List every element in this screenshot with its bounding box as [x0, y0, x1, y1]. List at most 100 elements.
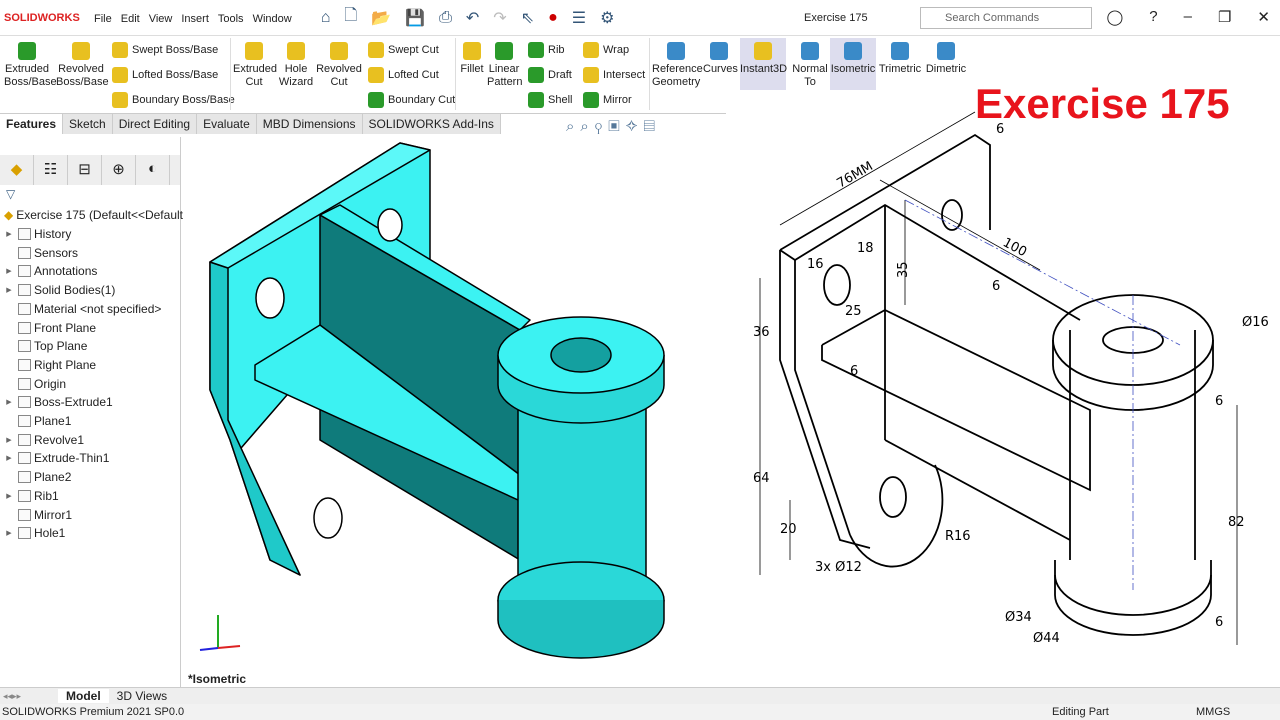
tab-direct-editing[interactable]: Direct Editing [113, 114, 198, 134]
redo-icon[interactable]: ↷ [493, 8, 506, 28]
tab-3d-views[interactable]: 3D Views [109, 689, 175, 703]
feature-icon [18, 321, 31, 334]
expand-arrow-icon[interactable]: ▶ [0, 398, 18, 406]
tree-item-label: Boss-Extrude1 [34, 395, 113, 410]
dimetric-button[interactable]: Dimetric [924, 42, 968, 76]
tree-item[interactable]: Plane1 [0, 414, 71, 428]
search-commands-input[interactable]: Search Commands [920, 7, 1092, 29]
tree-root[interactable]: ◆ Exercise 175 (Default<<Default [4, 208, 183, 222]
expand-arrow-icon[interactable]: ▶ [0, 286, 18, 294]
expand-arrow-icon[interactable]: ▶ [0, 230, 18, 238]
tree-item[interactable]: Mirror1 [0, 508, 72, 522]
menu-tools[interactable]: Tools [218, 13, 244, 25]
linear-pattern-button[interactable]: Linear Pattern [487, 42, 522, 89]
menu-file[interactable]: File [94, 13, 112, 25]
hole-wizard-icon [287, 42, 305, 60]
feature-icon [18, 265, 31, 278]
user-icon[interactable]: ◯ [1106, 8, 1123, 26]
tree-item[interactable]: Sensors [0, 246, 78, 260]
display-manager-tab-icon[interactable]: ◐ [136, 155, 170, 185]
save-icon[interactable]: 💾 [405, 8, 425, 28]
tree-item[interactable]: Top Plane [0, 339, 87, 353]
units-selector[interactable]: MMGS [1196, 706, 1230, 718]
tree-item[interactable]: ▶ Solid Bodies(1) [0, 283, 115, 297]
tree-item[interactable]: ▶ Revolve1 [0, 433, 84, 447]
shell-button[interactable]: Shell [528, 92, 572, 108]
configuration-manager-tab-icon[interactable]: ⊟ [68, 155, 102, 185]
expand-arrow-icon[interactable]: ▶ [0, 436, 18, 444]
property-manager-tab-icon[interactable]: ☷ [34, 155, 68, 185]
feature-manager-tab-icon[interactable]: ◆ [0, 155, 34, 185]
tab-evaluate[interactable]: Evaluate [197, 114, 257, 134]
expand-arrow-icon[interactable]: ▶ [0, 267, 18, 275]
print-icon[interactable]: ⎙ [439, 9, 452, 27]
tree-item[interactable]: Plane2 [0, 470, 71, 484]
extruded-boss-button[interactable]: Extruded Boss/Base [4, 42, 57, 89]
tree-item[interactable]: ▶ Boss-Extrude1 [0, 395, 113, 410]
tree-item[interactable]: ▶ Hole1 [0, 526, 65, 540]
options-gear-icon[interactable]: ⚙ [600, 8, 614, 28]
draft-button[interactable]: Draft [528, 67, 572, 83]
minimize-button[interactable]: – [1184, 8, 1192, 26]
part-icon: ◆ [4, 208, 14, 222]
revolved-boss-button[interactable]: Revolved Boss/Base [56, 42, 109, 89]
isometric-button[interactable]: Isometric [830, 38, 876, 90]
lofted-boss-button[interactable]: Lofted Boss/Base [112, 67, 218, 83]
tree-item[interactable]: Right Plane [0, 358, 96, 372]
tree-item[interactable]: ▶ Rib1 [0, 488, 59, 503]
file-properties-icon[interactable]: ☰ [572, 8, 586, 28]
expand-arrow-icon[interactable]: ▶ [0, 492, 18, 500]
tab-sketch[interactable]: Sketch [63, 114, 113, 134]
curves-button[interactable]: Curves [703, 42, 738, 76]
expand-arrow-icon[interactable]: ▶ [0, 529, 18, 537]
fillet-button[interactable]: Fillet [458, 42, 486, 76]
mirror-button[interactable]: Mirror [583, 92, 632, 108]
instant3d-button[interactable]: Instant3D [740, 38, 787, 90]
lofted-cut-button[interactable]: Lofted Cut [368, 67, 439, 83]
tree-item[interactable]: ▶ Extrude-Thin1 [0, 451, 109, 465]
rib-button[interactable]: Rib [528, 42, 565, 58]
tab-scroll-arrows[interactable]: ◂◂▸▸ [3, 691, 58, 702]
menu-insert[interactable]: Insert [181, 13, 209, 25]
home-icon[interactable]: ⌂ [321, 9, 331, 27]
select-icon[interactable]: ⇖ [521, 8, 534, 28]
tab-model[interactable]: Model [58, 689, 109, 703]
tree-item[interactable]: ▶ History [0, 227, 71, 241]
graphics-viewport[interactable]: *Isometric [182, 134, 732, 687]
undo-icon[interactable]: ↶ [466, 8, 479, 28]
filter-icon[interactable]: ▽ [6, 187, 15, 201]
tree-item[interactable]: Material <not specified> [0, 302, 161, 316]
rebuild-icon[interactable]: ● [548, 9, 558, 27]
extruded-cut-button[interactable]: Extruded Cut [233, 42, 277, 89]
feature-icon [18, 228, 31, 240]
reference-geometry-button[interactable]: Reference Geometry [652, 42, 703, 89]
heads-up-view-toolbar[interactable]: ⌕⌕⚲▣✧▤ [566, 118, 661, 135]
trimetric-button[interactable]: Trimetric [878, 42, 922, 76]
restore-button[interactable]: ❐ [1218, 8, 1231, 26]
swept-boss-button[interactable]: Swept Boss/Base [112, 42, 218, 58]
hole-wizard-button[interactable]: Hole Wizard [277, 42, 315, 89]
tree-item-label: Rib1 [34, 488, 59, 503]
tab-addins[interactable]: SOLIDWORKS Add-Ins [363, 114, 501, 134]
tab-mbd-dimensions[interactable]: MBD Dimensions [257, 114, 363, 134]
menu-edit[interactable]: Edit [121, 13, 140, 25]
revolved-cut-button[interactable]: Revolved Cut [316, 42, 362, 89]
dimxpert-tab-icon[interactable]: ⊕ [102, 155, 136, 185]
swept-cut-button[interactable]: Swept Cut [368, 42, 439, 58]
menu-window[interactable]: Window [253, 13, 292, 25]
help-icon[interactable]: ? [1149, 8, 1157, 26]
menu-view[interactable]: View [149, 13, 173, 25]
open-icon[interactable]: 📂 [371, 8, 391, 28]
tree-item[interactable]: Origin [0, 377, 66, 391]
wrap-button[interactable]: Wrap [583, 42, 629, 58]
boundary-cut-button[interactable]: Boundary Cut [368, 92, 455, 108]
normal-to-button[interactable]: Normal To [790, 42, 830, 89]
tab-features[interactable]: Features [0, 114, 64, 134]
close-button[interactable]: ✕ [1257, 8, 1270, 26]
boundary-boss-button[interactable]: Boundary Boss/Base [112, 92, 235, 108]
expand-arrow-icon[interactable]: ▶ [0, 454, 18, 462]
tree-item[interactable]: Front Plane [0, 321, 96, 335]
new-icon[interactable]: 🗋 [344, 4, 357, 31]
tree-item[interactable]: ▶ Annotations [0, 264, 97, 278]
intersect-button[interactable]: Intersect [583, 67, 645, 83]
